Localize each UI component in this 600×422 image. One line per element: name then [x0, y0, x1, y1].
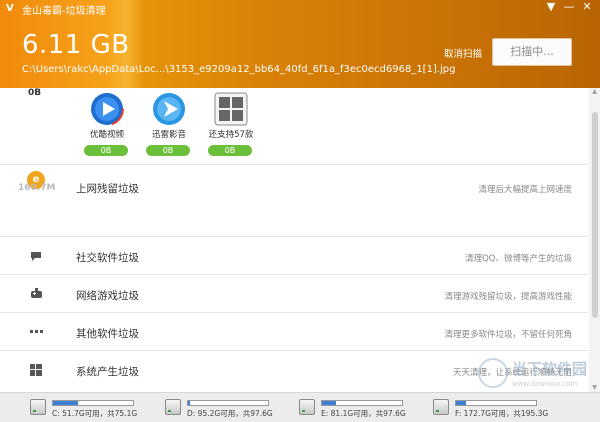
- hard-drive-icon: [299, 399, 315, 415]
- more-apps-icon: [214, 92, 248, 126]
- category-desc: 清理后大幅提高上网速度: [478, 185, 572, 195]
- total-junk-size: 6.11 GB: [22, 30, 130, 60]
- app-name: 迅雷影音: [151, 130, 186, 140]
- drive-c: C: 51.7G可用，共75.1G: [30, 397, 160, 419]
- category-desc: 清理更多软件垃圾，不留任何死角: [444, 330, 572, 340]
- category-row-games[interactable]: 网络游戏垃圾 清理游戏残留垃圾，提高游戏性能: [0, 274, 588, 312]
- cancel-scan-link[interactable]: 取消扫描: [444, 46, 482, 60]
- category-desc: 清理QQ、微博等产生的垃圾: [465, 254, 572, 264]
- watermark-url: www.downxia.com: [512, 380, 578, 388]
- hard-drive-icon: [165, 399, 181, 415]
- drive-usage-bar: [52, 400, 134, 406]
- app-size-badge: 0B: [208, 145, 252, 156]
- dots-icon: [30, 330, 43, 333]
- app-item-youku[interactable]: 优酷视频 0B: [84, 92, 148, 156]
- category-title: 系统产生垃圾: [76, 366, 139, 378]
- drive-usage-fill: [322, 401, 336, 405]
- junk-list: 0B 优酷视频 0B 迅雷影音 0B 还支持57款 0B e 160.7M 上网…: [0, 88, 588, 392]
- app-list: 优酷视频 0B 迅雷影音 0B 还支持57款 0B: [84, 92, 272, 156]
- drive-label: E: 81.1G可用，共97.6G: [321, 409, 406, 418]
- app-name: 还支持57款: [208, 130, 254, 140]
- category-row-social[interactable]: 社交软件垃圾 清理QQ、微博等产生的垃圾: [0, 236, 588, 274]
- hard-drive-icon: [433, 399, 449, 415]
- scanning-button[interactable]: 扫描中...: [492, 38, 572, 66]
- close-icon[interactable]: ✕: [578, 0, 596, 16]
- window-controls: ▼ — ✕: [542, 0, 596, 16]
- chat-icon: [31, 252, 41, 261]
- drive-label: C: 51.7G可用，共75.1G: [52, 409, 138, 418]
- window-title: 金山毒霸-垃圾清理: [22, 6, 106, 17]
- watermark-logo-icon: [478, 358, 508, 388]
- drive-d: D: 95.2G可用，共97.6G: [165, 397, 295, 419]
- watermark-text: 当下软件园: [512, 360, 588, 378]
- app-item-more[interactable]: 还支持57款 0B: [208, 92, 272, 156]
- drive-usage-bar: [187, 400, 269, 406]
- drive-usage-fill: [53, 401, 78, 405]
- youku-icon: [90, 92, 124, 126]
- drive-e: E: 81.1G可用，共97.6G: [299, 397, 429, 419]
- drive-f: F: 172.7G可用，共195.3G: [433, 397, 563, 419]
- menu-icon[interactable]: ▼: [542, 0, 560, 16]
- gamepad-icon: [31, 288, 42, 298]
- hard-drive-icon: [30, 399, 46, 415]
- category-title: 社交软件垃圾: [76, 252, 139, 264]
- category-title: 网络游戏垃圾: [76, 290, 139, 302]
- category-row-internet[interactable]: e 160.7M 上网残留垃圾 清理后大幅提高上网速度: [0, 164, 588, 236]
- xunlei-icon: [153, 93, 185, 125]
- category-row-other[interactable]: 其他软件垃圾 清理更多软件垃圾，不留任何死角: [0, 312, 588, 350]
- drive-usage-bar: [455, 400, 537, 406]
- drive-usage-bar: [321, 400, 403, 406]
- scroll-up-icon[interactable]: ▲: [589, 88, 600, 96]
- scan-path: C:\Users\rakc\AppData\Loc...\3153_e9209a…: [22, 64, 456, 75]
- category-desc: 清理游戏残留垃圾，提高游戏性能: [444, 292, 572, 302]
- header-bar: V 金山毒霸-垃圾清理 ▼ — ✕ 6.11 GB C:\Users\rakc\…: [0, 0, 600, 88]
- category-title: 其他软件垃圾: [76, 328, 139, 340]
- drive-usage-fill: [456, 401, 466, 405]
- drive-label: D: 95.2G可用，共97.6G: [187, 409, 273, 418]
- windows-icon: [30, 364, 42, 376]
- app-item-xunlei[interactable]: 迅雷影音 0B: [146, 92, 210, 156]
- app-size-badge: 0B: [146, 145, 190, 156]
- drive-label: F: 172.7G可用，共195.3G: [455, 409, 549, 418]
- scrollbar-thumb[interactable]: [592, 112, 598, 318]
- app-size-badge: 0B: [84, 145, 128, 156]
- duba-logo-icon: V: [6, 3, 14, 14]
- category-title: 上网残留垃圾: [76, 183, 139, 195]
- drive-usage-fill: [188, 401, 191, 405]
- drive-status-bar: C: 51.7G可用，共75.1G D: 95.2G可用，共97.6G E: 8…: [0, 392, 600, 422]
- app-name: 优酷视频: [89, 130, 124, 140]
- minimize-icon[interactable]: —: [560, 0, 578, 16]
- section-size: 0B: [28, 88, 42, 98]
- category-size: 160.7M: [18, 183, 56, 193]
